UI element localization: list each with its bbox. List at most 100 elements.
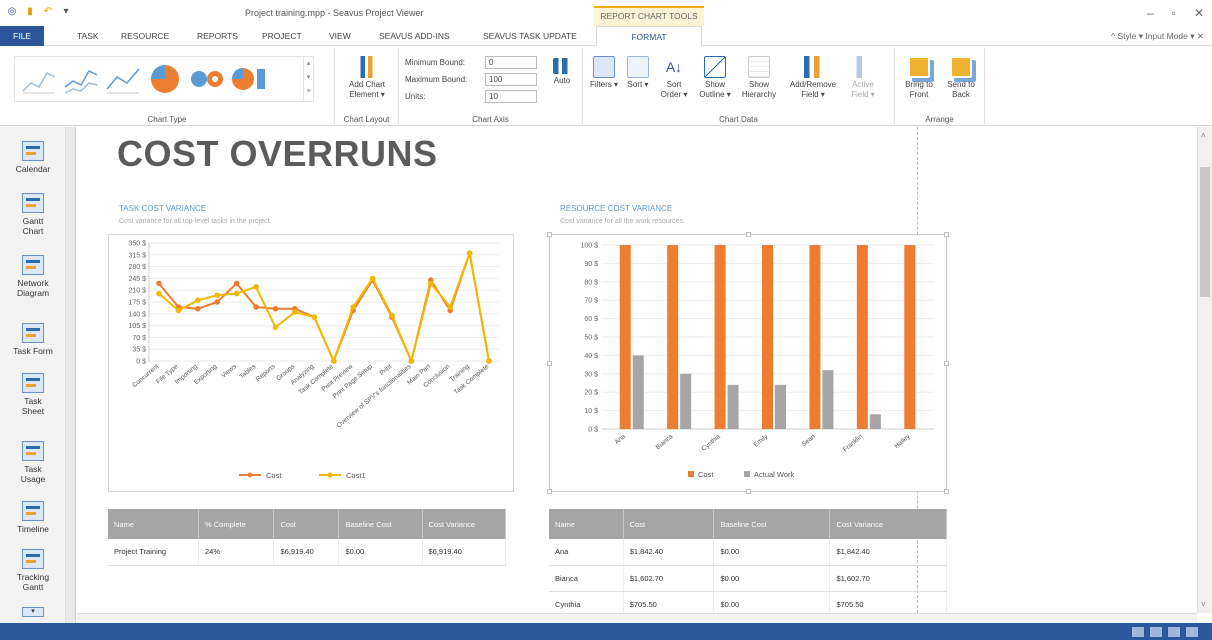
column-header[interactable]: % Complete bbox=[198, 509, 275, 539]
x-tick-label: Sean bbox=[801, 433, 817, 448]
sidebar-item-timeline[interactable]: Timeline bbox=[0, 501, 66, 534]
table-row[interactable]: Cynthia $705.50 $0.00 $705.50 bbox=[549, 591, 947, 613]
undo-icon[interactable]: ↶ bbox=[42, 6, 54, 18]
view-bar-splitter[interactable] bbox=[66, 127, 76, 623]
view-shortcut-icon[interactable] bbox=[1150, 627, 1162, 637]
sidebar-item-tracking-gantt[interactable]: Tracking Gantt bbox=[0, 549, 66, 592]
chart-type-gallery[interactable]: ▴ ▾ ≡ bbox=[14, 56, 314, 102]
maximize-button[interactable]: ▫ bbox=[1172, 6, 1176, 20]
vertical-scrollbar[interactable]: ˄ ˅ bbox=[1197, 127, 1212, 613]
send-to-back-button[interactable]: Send to Back bbox=[941, 56, 981, 100]
resize-handle[interactable] bbox=[944, 489, 949, 494]
sort-order-button[interactable]: A↓ Sort Order ▾ bbox=[657, 56, 691, 100]
view-shortcut-icon[interactable] bbox=[1168, 627, 1180, 637]
stacked-line-chart-icon[interactable] bbox=[105, 63, 141, 95]
column-header[interactable]: Baseline Cost bbox=[713, 509, 831, 539]
task-chart-subtitle[interactable]: Cost variance for all top-level tasks in… bbox=[119, 218, 272, 225]
auto-button[interactable]: Auto bbox=[545, 58, 579, 86]
resize-handle[interactable] bbox=[547, 232, 552, 237]
column-header[interactable]: Cost Variance bbox=[422, 509, 506, 539]
view-shortcut-icon[interactable] bbox=[1132, 627, 1144, 637]
minimum-bound-label: Minimum Bound: bbox=[405, 58, 466, 67]
task-cost-variance-svg: 350 $ 315 $ 280 $ 245 $ 210 $ 175 $ 140 $ 105 $… bbox=[128, 241, 499, 480]
sidebar-item-gantt-chart[interactable]: Gantt Chart bbox=[0, 193, 66, 236]
scroll-down-icon[interactable]: ˅ bbox=[1201, 600, 1206, 609]
customize-qat-icon[interactable]: ▾ bbox=[60, 6, 72, 18]
add-chart-element-button[interactable]: Add Chart Element ▾ bbox=[339, 56, 395, 100]
table-row[interactable]: Ana $1,842.40 $0.00 $1,842.40 bbox=[549, 539, 947, 566]
window-controls: – ▫ ✕ bbox=[1147, 6, 1204, 20]
task-cost-table[interactable]: Name % Complete Cost Baseline Cost Cost … bbox=[108, 509, 506, 566]
style-input-mode[interactable]: ^ Style ▾ Input Mode ▾ ✕ bbox=[1111, 31, 1204, 42]
chart-data-label: Chart Data bbox=[719, 115, 758, 124]
resize-handle[interactable] bbox=[944, 361, 949, 366]
column-header[interactable]: Cost Variance bbox=[829, 509, 947, 539]
tab-seavus-task-update[interactable]: SEAVUS TASK UPDATE bbox=[476, 26, 584, 46]
filters-label: Filters ▾ bbox=[589, 80, 618, 89]
scroll-thumb[interactable] bbox=[1200, 167, 1210, 297]
sidebar-item-task-form[interactable]: Task Form bbox=[0, 323, 66, 356]
column-header[interactable]: Name bbox=[549, 509, 624, 539]
bar-actual-work bbox=[775, 384, 786, 429]
resize-handle[interactable] bbox=[547, 489, 552, 494]
sidebar-item-label: Network Diagram bbox=[16, 278, 50, 298]
maximum-bound-input[interactable]: 100 bbox=[485, 73, 537, 86]
line-markers-chart-icon[interactable] bbox=[63, 63, 99, 95]
sidebar-item-task-sheet[interactable]: Task Sheet bbox=[0, 373, 66, 416]
column-header[interactable]: Cost bbox=[273, 509, 340, 539]
pie-chart-icon[interactable] bbox=[147, 63, 183, 95]
resize-handle[interactable] bbox=[746, 232, 751, 237]
resize-handle[interactable] bbox=[746, 489, 751, 494]
x-tick-label: Franklin bbox=[842, 433, 865, 453]
minimum-bound-input[interactable]: 0 bbox=[485, 56, 537, 69]
column-header[interactable]: Baseline Cost bbox=[338, 509, 423, 539]
scroll-up-icon[interactable]: ˄ bbox=[1201, 131, 1206, 140]
filters-button[interactable]: Filters ▾ bbox=[589, 56, 619, 90]
tab-view[interactable]: VIEW bbox=[322, 26, 358, 46]
sidebar-item-network-diagram[interactable]: Network Diagram bbox=[0, 255, 66, 298]
tab-project[interactable]: PROJECT bbox=[255, 26, 309, 46]
chart-axis-group: Minimum Bound: 0 Maximum Bound: 100 Unit… bbox=[399, 48, 583, 124]
gallery-scroll[interactable]: ▴ ▾ ≡ bbox=[303, 57, 313, 101]
table-row[interactable]: Bianca $1,602.70 $0.00 $1,602.70 bbox=[549, 565, 947, 592]
sidebar-item-calendar[interactable]: Calendar bbox=[0, 141, 66, 174]
tab-file[interactable]: FILE bbox=[0, 26, 44, 46]
y-tick-label: 20 $ bbox=[584, 390, 598, 397]
units-input[interactable]: 10 bbox=[485, 90, 537, 103]
resize-handle[interactable] bbox=[944, 232, 949, 237]
task-chart-title[interactable]: TASK COST VARIANCE bbox=[119, 204, 206, 213]
sidebar-more-views[interactable]: ▾ bbox=[0, 605, 66, 617]
resource-cost-variance-chart[interactable]: 100 $ 90 $ 80 $ 70 $ 60 $ 50 $ 40 $ 30 $ 20 $ 10 … bbox=[547, 232, 949, 494]
bar-actual-work bbox=[822, 370, 834, 429]
table-row[interactable]: Project Training 24% $6,919.40 $0.00 $6,… bbox=[108, 539, 506, 566]
close-button[interactable]: ✕ bbox=[1194, 6, 1204, 20]
resource-cost-table[interactable]: Name Cost Baseline Cost Cost Variance An… bbox=[549, 509, 947, 613]
sort-button[interactable]: Sort ▾ bbox=[623, 56, 653, 90]
tab-reports[interactable]: REPORTS bbox=[190, 26, 245, 46]
column-header[interactable]: Name bbox=[108, 509, 200, 539]
resize-handle[interactable] bbox=[547, 361, 552, 366]
line-chart-icon[interactable] bbox=[21, 63, 57, 95]
bring-to-front-button[interactable]: Bring to Front bbox=[899, 56, 939, 100]
doughnut-chart-icon[interactable] bbox=[189, 63, 225, 95]
tab-resource[interactable]: RESOURCE bbox=[114, 26, 176, 46]
tab-format[interactable]: FORMAT bbox=[596, 26, 702, 47]
task-cost-variance-chart[interactable]: 350 $ 315 $ 280 $ 245 $ 210 $ 175 $ 140 $ 105 $… bbox=[108, 234, 514, 492]
resource-chart-subtitle[interactable]: Cost variance for all the work resources… bbox=[560, 218, 685, 225]
show-hierarchy-button[interactable]: Show Hierarchy bbox=[739, 56, 779, 100]
add-remove-field-button[interactable]: Add/Remove Field ▾ bbox=[785, 56, 841, 100]
resource-chart-title[interactable]: RESOURCE COST VARIANCE bbox=[560, 204, 672, 213]
arrange-label: Arrange bbox=[925, 115, 954, 124]
horizontal-scrollbar[interactable] bbox=[77, 613, 1197, 623]
tab-seavus-add-ins[interactable]: SEAVUS ADD-INS bbox=[372, 26, 457, 46]
column-header[interactable]: Cost bbox=[623, 509, 715, 539]
minimize-button[interactable]: – bbox=[1147, 6, 1154, 20]
save-icon[interactable]: ▮ bbox=[24, 6, 36, 18]
sidebar-item-task-usage[interactable]: Task Usage bbox=[0, 441, 66, 484]
tab-task[interactable]: TASK bbox=[70, 26, 106, 46]
app-icon[interactable]: ◎ bbox=[6, 6, 18, 18]
report-title[interactable]: COST OVERRUNS bbox=[117, 133, 438, 175]
view-shortcut-icon[interactable] bbox=[1186, 627, 1198, 637]
bar-of-pie-chart-icon[interactable] bbox=[231, 63, 267, 95]
show-outline-button[interactable]: Show Outline ▾ bbox=[695, 56, 735, 100]
